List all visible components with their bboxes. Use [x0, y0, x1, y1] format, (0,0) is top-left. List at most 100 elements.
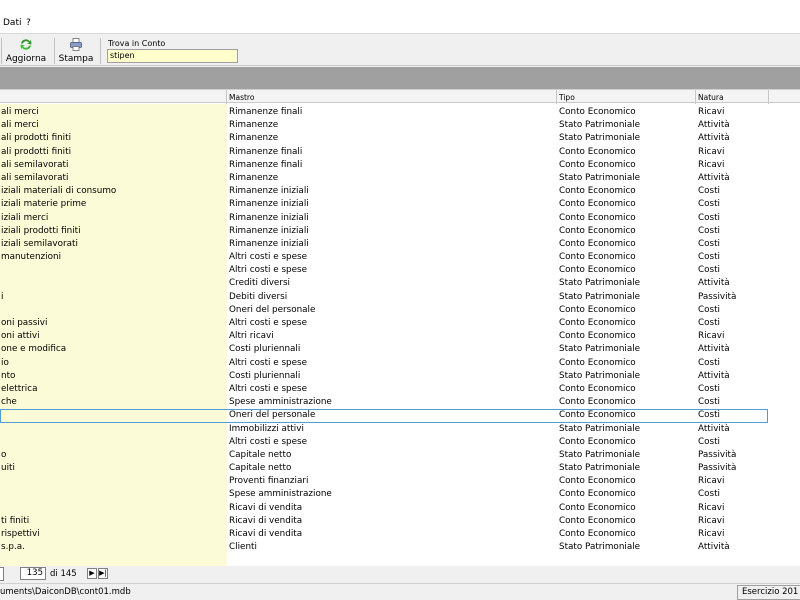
cell-description: one e modifica	[1, 344, 67, 355]
table-row[interactable]: ali semilavorati Rimanenze finali Conto Ec…	[0, 159, 800, 172]
cell-description: iziali materie prime	[1, 199, 87, 210]
table-row[interactable]: Altri costi e spese Conto Economico Costi	[0, 436, 800, 449]
cell-natura: Costi	[698, 265, 721, 276]
cell-tipo: Conto Economico	[559, 489, 636, 500]
table-row[interactable]: iziali semilavorati Rimanenze iniziali Con…	[0, 238, 800, 251]
cell-mastro: Altri costi e spese	[229, 252, 308, 263]
cell-mastro: Clienti	[229, 542, 257, 553]
find-account-input[interactable]: stipen	[107, 49, 238, 63]
table-row[interactable]: elettrica Altri costi e spese Conto Econom…	[0, 383, 800, 396]
cell-natura: Passività	[698, 449, 737, 460]
table-row[interactable]: ti finiti Ricavi di vendita Conto Economic…	[0, 515, 800, 528]
table-row[interactable]: Oneri del personale Conto Economico Costi	[0, 409, 768, 423]
nav-prev-button[interactable]	[0, 567, 4, 581]
record-number-input[interactable]: 135	[20, 567, 46, 580]
column-header-mastro[interactable]: Mastro	[229, 93, 254, 102]
cell-mastro: Ricavi di vendita	[229, 502, 303, 513]
cell-tipo: Conto Economico	[559, 199, 636, 210]
table-row[interactable]: Immobilizzi attivi Stato Patrimoniale Atti…	[0, 423, 800, 436]
cell-mastro: Immobilizzi attivi	[229, 423, 304, 434]
menu-item-help[interactable]: ?	[26, 18, 31, 28]
table-row[interactable]: oni attivi Altri ricavi Conto Economico Ric…	[0, 330, 800, 343]
table-row[interactable]: iziali merci Rimanenze iniziali Conto Econ…	[0, 212, 800, 225]
table-row[interactable]: ali semilavorati Rimanenze Stato Patrimoni…	[0, 172, 800, 185]
cell-description: nto	[1, 370, 16, 381]
cell-tipo: Conto Economico	[559, 159, 636, 170]
cell-natura: Attività	[698, 133, 730, 144]
cell-description: s.p.a.	[1, 542, 25, 553]
table-row[interactable]: manutenzioni Altri costi e spese Conto Eco…	[0, 251, 800, 264]
table-row[interactable]: ali prodotti finiti Rimanenze finali Conto…	[0, 146, 800, 159]
cell-description: iziali semilavorati	[1, 238, 78, 249]
accounts-grid[interactable]: Mastro Tipo Natura ali merci Rimanenze fi…	[0, 89, 800, 566]
cell-natura: Costi	[698, 489, 721, 500]
cell-mastro: Capitale netto	[229, 449, 292, 460]
table-row[interactable]: ali merci Rimanenze Stato Patrimoniale Atti…	[0, 119, 800, 132]
cell-natura: Costi	[698, 410, 721, 421]
cell-description: ali semilavorati	[1, 159, 69, 170]
cell-mastro: Rimanenze	[229, 133, 279, 144]
cell-mastro: Spese amministrazione	[229, 397, 332, 408]
table-row[interactable]: ali prodotti finiti Rimanenze Stato Patrim…	[0, 132, 800, 145]
table-row[interactable]: Crediti diversi Stato Patrimoniale Attivit…	[0, 277, 800, 290]
column-divider[interactable]	[226, 90, 227, 104]
cell-tipo: Stato Patrimoniale	[559, 172, 641, 183]
table-row[interactable]: one e modifica Costi pluriennali Stato Pat…	[0, 343, 800, 356]
table-row[interactable]: iziali prodotti finiti Rimanenze iniziali…	[0, 225, 800, 238]
table-row[interactable]: o Capitale netto Stato Patrimoniale Passivi…	[0, 449, 800, 462]
toolbar-separator	[1, 38, 2, 64]
table-row[interactable]: ali merci Rimanenze finali Conto Economico…	[0, 106, 800, 119]
cell-mastro: Capitale netto	[229, 463, 292, 474]
table-row[interactable]: uiti Capitale netto Stato Patrimoniale Pass…	[0, 462, 800, 475]
nav-last-button[interactable]: ▶|	[98, 568, 108, 579]
table-row[interactable]: iziali materie prime Rimanenze iniziali Co…	[0, 198, 800, 211]
cell-mastro: Costi pluriennali	[229, 344, 301, 355]
column-divider[interactable]	[556, 90, 557, 104]
cell-description: i	[1, 291, 4, 302]
table-row[interactable]: rispettivi Ricavi di vendita Conto Economi…	[0, 528, 800, 541]
cell-mastro: Ricavi di vendita	[229, 515, 303, 526]
cell-description: manutenzioni	[1, 252, 62, 263]
table-row[interactable]: Ricavi di vendita Conto Economico Ricavi	[0, 502, 800, 515]
table-row[interactable]: che Spese amministrazione Conto Economico C…	[0, 396, 800, 409]
cell-natura: Costi	[698, 252, 721, 263]
cell-mastro: Altri costi e spese	[229, 318, 308, 328]
table-row[interactable]: Altri costi e spese Conto Economico Costi	[0, 264, 800, 277]
column-header-tipo[interactable]: Tipo	[559, 93, 575, 102]
cell-description: iziali merci	[1, 212, 49, 223]
cell-tipo: Conto Economico	[559, 436, 636, 447]
cell-mastro: Rimanenze finali	[229, 146, 303, 157]
column-header-natura[interactable]: Natura	[698, 93, 724, 102]
cell-tipo: Stato Patrimoniale	[559, 344, 641, 355]
status-bar: uments\DaiconDB\cont01.mdb Esercizio 201	[0, 583, 800, 600]
table-row[interactable]: nto Costi pluriennali Stato Patrimoniale At…	[0, 370, 800, 383]
menu-item-dati[interactable]: Dati	[3, 18, 21, 28]
cell-natura: Attività	[698, 344, 730, 355]
cell-tipo: Conto Economico	[559, 146, 636, 157]
cell-tipo: Stato Patrimoniale	[559, 120, 641, 131]
table-row[interactable]: io Altri costi e spese Conto Economico Cost…	[0, 357, 800, 370]
nav-next-button[interactable]: ▶	[87, 568, 97, 579]
table-row[interactable]: Oneri del personale Conto Economico Costi	[0, 304, 800, 317]
refresh-button[interactable]: Aggiorna	[4, 36, 48, 66]
column-divider[interactable]	[695, 90, 696, 104]
grid-header: Mastro Tipo Natura	[0, 89, 800, 104]
cell-description: o	[1, 449, 7, 460]
cell-tipo: Conto Economico	[559, 238, 636, 249]
cell-natura: Attività	[698, 423, 730, 434]
cell-natura: Costi	[698, 436, 721, 447]
table-row[interactable]: Spese amministrazione Conto Economico Cost…	[0, 488, 800, 501]
cell-mastro: Ricavi di vendita	[229, 529, 303, 539]
table-row[interactable]: i Debiti diversi Stato Patrimoniale Passivi…	[0, 291, 800, 304]
column-divider[interactable]	[768, 90, 769, 104]
cell-tipo: Conto Economico	[559, 529, 636, 539]
cell-natura: Costi	[698, 238, 721, 249]
cell-natura: Ricavi	[698, 476, 725, 487]
print-button[interactable]: Stampa	[57, 36, 95, 66]
table-row[interactable]: oni passivi Altri costi e spese Conto Econ…	[0, 317, 800, 330]
cell-mastro: Rimanenze iniziali	[229, 212, 309, 223]
cell-natura: Costi	[698, 304, 721, 315]
table-row[interactable]: Proventi finanziari Conto Economico Ricavi	[0, 475, 800, 488]
table-row[interactable]: s.p.a. Clienti Stato Patrimoniale Attività	[0, 541, 800, 554]
table-row[interactable]: iziali materiali di consumo Rimanenze ini…	[0, 185, 800, 198]
